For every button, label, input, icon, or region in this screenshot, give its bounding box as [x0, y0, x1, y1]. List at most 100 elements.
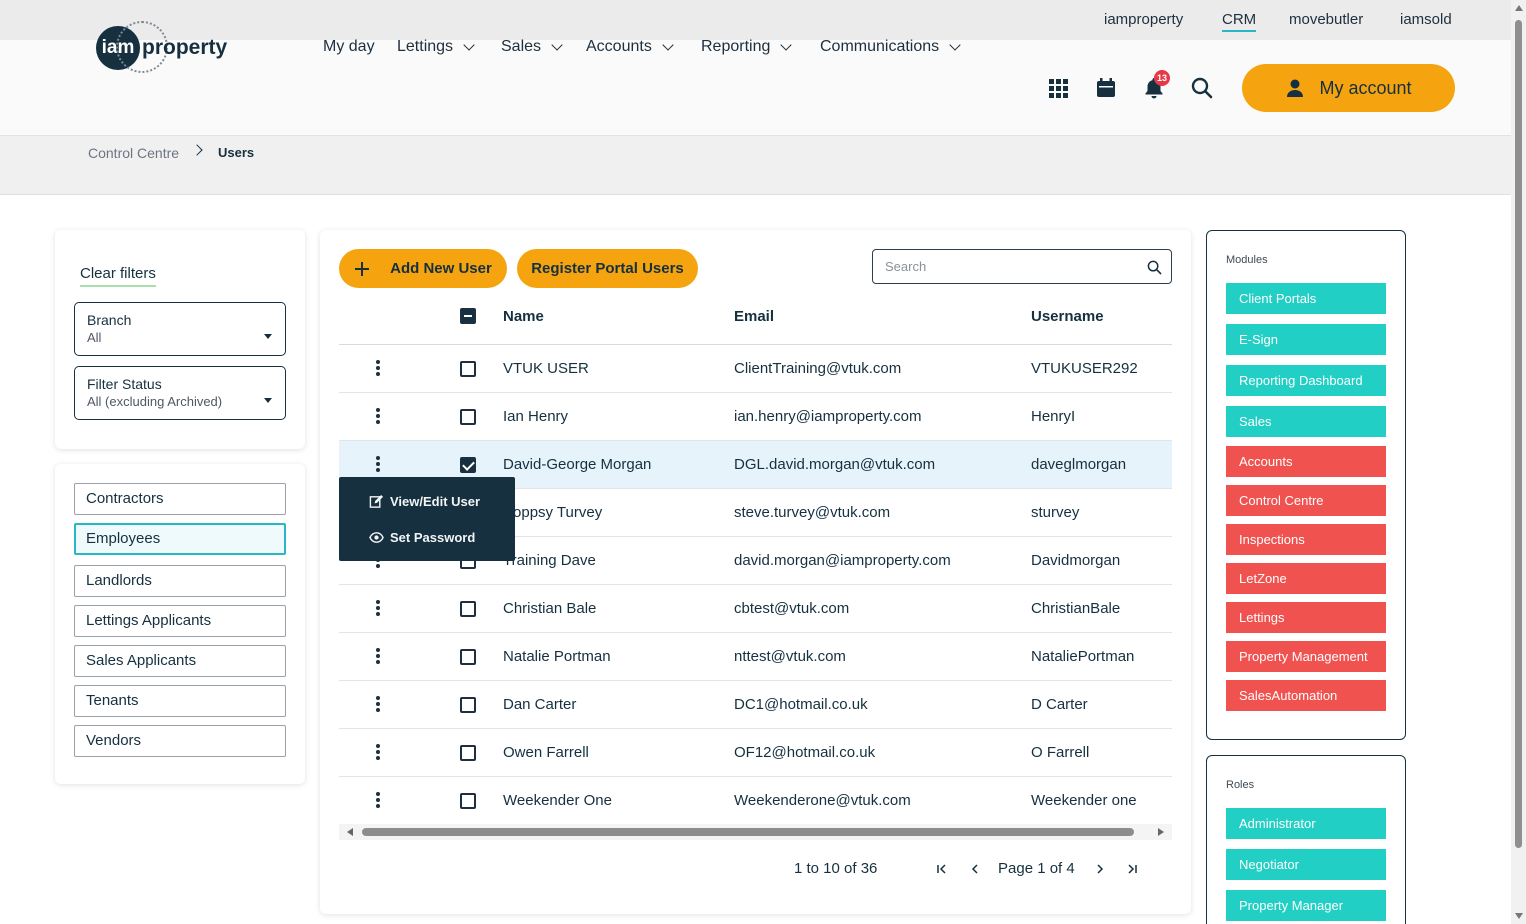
- scroll-down-icon[interactable]: [1515, 913, 1523, 919]
- first-page-icon[interactable]: [935, 862, 949, 876]
- register-portal-users-button[interactable]: Register Portal Users: [517, 249, 698, 288]
- select-all-checkbox[interactable]: [460, 308, 476, 324]
- row-checkbox[interactable]: [460, 697, 476, 713]
- row-actions-kebab-icon[interactable]: [375, 792, 381, 810]
- notification-badge: 13: [1154, 70, 1170, 86]
- column-header-email[interactable]: Email: [734, 308, 774, 325]
- eye-icon: [369, 532, 384, 543]
- role-item[interactable]: Property Manager: [1226, 890, 1386, 921]
- table-horizontal-scrollbar[interactable]: [339, 824, 1172, 840]
- set-password-menu-item[interactable]: Set Password: [369, 530, 475, 545]
- chevron-down-icon: [662, 38, 674, 51]
- scroll-right-icon[interactable]: [1158, 828, 1164, 836]
- scrollbar-thumb[interactable]: [1515, 20, 1522, 848]
- scroll-left-icon[interactable]: [347, 828, 353, 836]
- my-account-label: My account: [1319, 77, 1412, 98]
- module-item[interactable]: Reporting Dashboard: [1226, 365, 1386, 396]
- module-item[interactable]: Accounts: [1226, 446, 1386, 477]
- chevron-down-icon: [949, 38, 961, 51]
- contact-type-contractors[interactable]: Contractors: [74, 483, 286, 515]
- module-item[interactable]: LetZone: [1226, 563, 1386, 594]
- logo[interactable]: iam property: [96, 21, 227, 73]
- branch-select[interactable]: Branch All: [74, 302, 286, 356]
- my-account-button[interactable]: My account: [1242, 64, 1455, 112]
- module-item[interactable]: E-Sign: [1226, 324, 1386, 355]
- table-row[interactable]: Weekender One Weekenderone@vtuk.com Weeken…: [339, 777, 1172, 825]
- nav-label: Communications: [820, 38, 940, 55]
- module-item[interactable]: Property Management: [1226, 641, 1386, 672]
- row-actions-kebab-icon[interactable]: [375, 648, 381, 666]
- scrollbar-thumb[interactable]: [362, 828, 1134, 836]
- row-actions-kebab-icon[interactable]: [375, 360, 381, 378]
- module-item[interactable]: Control Centre: [1226, 485, 1386, 516]
- nav-reporting[interactable]: Reporting: [701, 38, 793, 56]
- brand-link-iamsold[interactable]: iamsold: [1400, 11, 1452, 28]
- scroll-up-icon[interactable]: [1515, 5, 1523, 11]
- roles-heading: Roles: [1226, 779, 1255, 791]
- contact-type-employees[interactable]: Employees: [74, 523, 286, 555]
- user-name-cell: Weekender One: [503, 792, 612, 809]
- module-item[interactable]: Inspections: [1226, 524, 1386, 555]
- row-checkbox[interactable]: [460, 649, 476, 665]
- nav-communications[interactable]: Communications: [820, 38, 961, 56]
- brand-link-movebutler[interactable]: movebutler: [1289, 11, 1363, 28]
- user-email-cell: DGL.david.morgan@vtuk.com: [734, 456, 936, 473]
- previous-page-icon[interactable]: [968, 862, 982, 876]
- contact-type-vendors[interactable]: Vendors: [74, 725, 286, 757]
- row-checkbox[interactable]: [460, 361, 476, 377]
- nav-label: Accounts: [586, 38, 652, 55]
- row-checkbox[interactable]: [460, 793, 476, 809]
- nav-lettings[interactable]: Lettings: [397, 38, 475, 56]
- contact-type-lettings-applicants[interactable]: Lettings Applicants: [74, 605, 286, 637]
- module-item[interactable]: SalesAutomation: [1226, 680, 1386, 711]
- view-edit-user-menu-item[interactable]: View/Edit User: [369, 494, 480, 509]
- breadcrumb-parent[interactable]: Control Centre: [88, 145, 179, 161]
- row-checkbox[interactable]: [460, 457, 476, 473]
- row-actions-kebab-icon[interactable]: [375, 600, 381, 618]
- row-actions-kebab-icon[interactable]: [375, 408, 381, 426]
- role-item[interactable]: Negotiator: [1226, 849, 1386, 880]
- row-actions-kebab-icon[interactable]: [375, 744, 381, 762]
- contact-type-tenants[interactable]: Tenants: [74, 685, 286, 717]
- contact-type-landlords[interactable]: Landlords: [74, 565, 286, 597]
- next-page-icon[interactable]: [1093, 862, 1107, 876]
- user-email-cell: DC1@hotmail.co.uk: [734, 696, 868, 713]
- calendar-icon[interactable]: [1094, 76, 1118, 100]
- user-email-cell: cbtest@vtuk.com: [734, 600, 850, 617]
- add-new-user-button[interactable]: Add New User: [339, 249, 507, 288]
- role-item[interactable]: Administrator: [1226, 808, 1386, 839]
- row-checkbox[interactable]: [460, 409, 476, 425]
- column-header-name[interactable]: Name: [503, 308, 544, 325]
- brand-link-crm[interactable]: CRM: [1222, 11, 1257, 32]
- module-item[interactable]: Sales: [1226, 406, 1386, 437]
- filter-status-select[interactable]: Filter Status All (excluding Archived): [74, 366, 286, 420]
- last-page-icon[interactable]: [1125, 862, 1139, 876]
- row-checkbox[interactable]: [460, 745, 476, 761]
- table-row[interactable]: Christian Bale cbtest@vtuk.com ChristianBa…: [339, 585, 1172, 633]
- row-checkbox[interactable]: [460, 601, 476, 617]
- table-row[interactable]: Owen Farrell OF12@hotmail.co.uk O Farrell: [339, 729, 1172, 777]
- table-row[interactable]: VTUK USER ClientTraining@vtuk.com VTUKUSER…: [339, 345, 1172, 393]
- clear-filters-link[interactable]: Clear filters: [80, 265, 156, 287]
- search-icon[interactable]: [1147, 260, 1162, 275]
- column-header-username[interactable]: Username: [1031, 308, 1104, 325]
- table-row[interactable]: Ian Henry ian.henry@iamproperty.com HenryI: [339, 393, 1172, 441]
- table-row[interactable]: Dan Carter DC1@hotmail.co.uk D Carter: [339, 681, 1172, 729]
- search-icon[interactable]: [1190, 76, 1214, 100]
- row-actions-kebab-icon[interactable]: [375, 456, 381, 474]
- search-input[interactable]: Search: [872, 249, 1172, 284]
- brand-link-iamproperty[interactable]: iamproperty: [1104, 11, 1183, 28]
- chevron-down-icon: [463, 38, 475, 51]
- row-actions-kebab-icon[interactable]: [375, 696, 381, 714]
- nav-sales[interactable]: Sales: [501, 38, 563, 56]
- contact-type-sales-applicants[interactable]: Sales Applicants: [74, 645, 286, 677]
- module-item[interactable]: Client Portals: [1226, 283, 1386, 314]
- page-vertical-scrollbar[interactable]: [1511, 0, 1526, 924]
- apps-grid-icon[interactable]: [1046, 76, 1070, 100]
- module-item[interactable]: Lettings: [1226, 602, 1386, 633]
- nav-my-day[interactable]: My day: [323, 38, 375, 56]
- nav-accounts[interactable]: Accounts: [586, 38, 674, 56]
- row-context-menu: View/Edit User Set Password: [339, 477, 515, 561]
- table-row[interactable]: Natalie Portman nttest@vtuk.com NataliePor…: [339, 633, 1172, 681]
- breadcrumb-current: Users: [218, 145, 255, 160]
